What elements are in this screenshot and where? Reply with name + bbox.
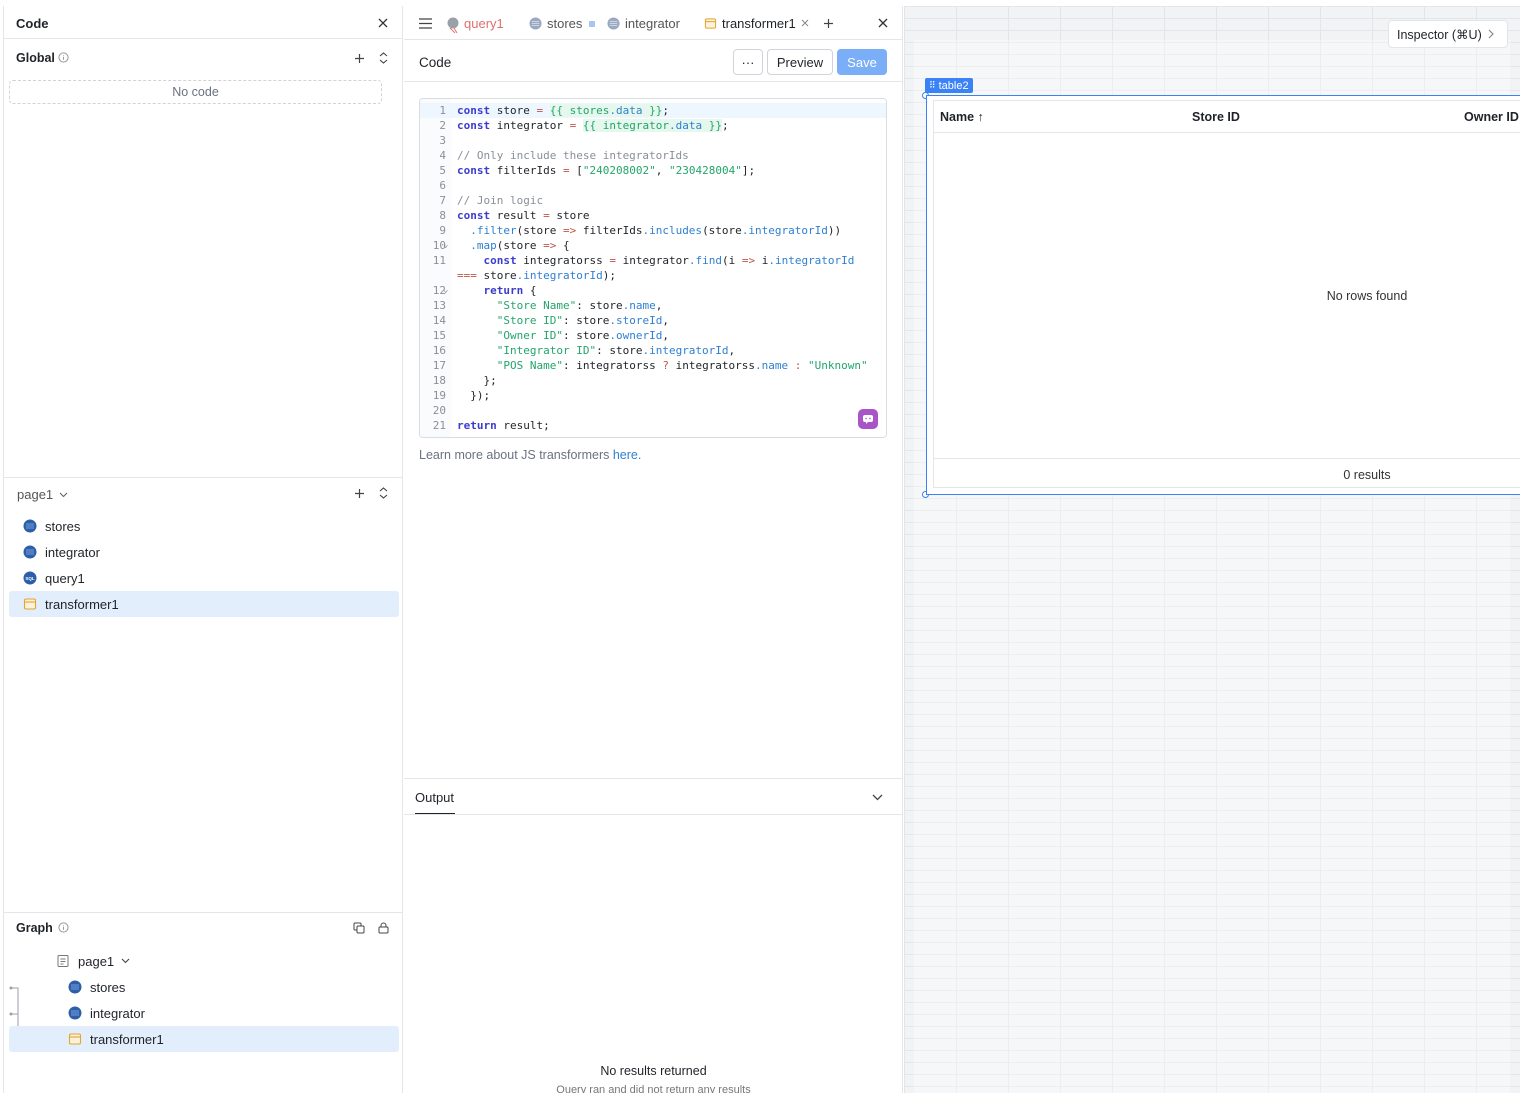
query-editor-panel: query1 stores integrator transformer1 Co… bbox=[404, 6, 903, 1093]
code-section-title: Code bbox=[419, 55, 452, 70]
panel-title: Code bbox=[16, 16, 49, 31]
table2[interactable]: Name ↑ Store ID Owner ID No rows found 0… bbox=[926, 95, 1520, 495]
more-options-button[interactable]: ··· bbox=[733, 49, 763, 75]
global-label: Global bbox=[16, 51, 55, 65]
empty-state: No rows found bbox=[1326, 289, 1408, 303]
graph-label: Graph bbox=[16, 921, 53, 935]
no-results-title: No results returned bbox=[600, 1064, 707, 1078]
unsaved-indicator bbox=[589, 21, 595, 27]
transformer-icon bbox=[23, 597, 37, 611]
menu-icon[interactable] bbox=[417, 15, 433, 31]
database-icon bbox=[23, 519, 37, 533]
tab-transformer1[interactable]: transformer1 bbox=[704, 6, 809, 40]
close-tab-icon[interactable] bbox=[801, 19, 809, 27]
sort-ascending-icon: ↑ bbox=[977, 110, 984, 124]
preview-button[interactable]: Preview bbox=[767, 49, 833, 75]
learn-more-text: Learn more about JS transformers here. bbox=[419, 448, 642, 462]
sql-warning-icon bbox=[446, 17, 459, 33]
svg-text:SQL: SQL bbox=[25, 576, 35, 581]
database-icon bbox=[23, 545, 37, 559]
inspector-button[interactable]: Inspector (⌘U) bbox=[1388, 20, 1508, 48]
tab-query1[interactable]: query1 bbox=[446, 6, 504, 40]
database-icon bbox=[529, 16, 542, 30]
graph-item-stores[interactable]: stores bbox=[68, 974, 268, 1000]
tab-integrator[interactable]: integrator bbox=[607, 6, 680, 40]
database-icon bbox=[68, 980, 82, 994]
page-icon bbox=[56, 954, 70, 968]
learn-more-link[interactable]: here. bbox=[613, 448, 642, 462]
info-icon bbox=[58, 52, 69, 63]
tree-item-transformer1[interactable]: transformer1 bbox=[9, 591, 399, 617]
chevron-down-icon[interactable] bbox=[59, 492, 68, 498]
page-selector[interactable]: page1 bbox=[17, 487, 53, 502]
copy-graph-icon[interactable] bbox=[351, 920, 367, 936]
sql-icon: SQL bbox=[23, 571, 37, 585]
output-tab[interactable]: Output bbox=[415, 790, 454, 805]
chevron-down-icon[interactable] bbox=[869, 789, 885, 805]
component-tag[interactable]: ⠿ table2 bbox=[925, 78, 973, 93]
code-editor[interactable]: 1 const store = {{ stores.data }}; 2 const… bbox=[419, 98, 887, 438]
close-icon[interactable] bbox=[375, 15, 391, 31]
canvas[interactable]: Inspector (⌘U) ⠿ table2 Name ↑ Store ID O… bbox=[904, 6, 1520, 1093]
database-icon bbox=[68, 1006, 82, 1020]
info-icon bbox=[58, 922, 69, 933]
tree-item-query1[interactable]: SQL query1 bbox=[9, 565, 399, 591]
close-panel-icon[interactable] bbox=[875, 15, 891, 31]
chevron-down-icon[interactable] bbox=[121, 958, 130, 964]
add-global-icon[interactable] bbox=[351, 50, 367, 66]
no-results-subtitle: Query ran and did not return any results bbox=[556, 1084, 751, 1093]
lock-icon[interactable] bbox=[375, 920, 391, 936]
add-page-item-icon[interactable] bbox=[351, 485, 367, 501]
assist-icon[interactable] bbox=[858, 409, 878, 429]
graph-item-page1[interactable]: page1 bbox=[56, 948, 256, 974]
graph-item-transformer1[interactable]: transformer1 bbox=[9, 1026, 399, 1052]
add-tab-icon[interactable] bbox=[820, 15, 836, 31]
graph-item-integrator[interactable]: integrator bbox=[68, 1000, 268, 1026]
expand-collapse-icon[interactable] bbox=[375, 50, 391, 66]
column-header-owner-id[interactable]: Owner ID bbox=[1464, 110, 1519, 124]
results-count: 0 results bbox=[1343, 468, 1391, 482]
column-header-store-id[interactable]: Store ID bbox=[1192, 110, 1240, 124]
no-code-placeholder: No code bbox=[9, 80, 382, 104]
tab-stores[interactable]: stores bbox=[529, 6, 582, 40]
tree-item-stores[interactable]: stores bbox=[9, 513, 399, 539]
expand-collapse-icon[interactable] bbox=[375, 485, 391, 501]
save-button[interactable]: Save bbox=[837, 49, 887, 75]
code-panel: Code Global No code page1 stores integra… bbox=[3, 6, 403, 1093]
column-header-name[interactable]: Name ↑ bbox=[940, 110, 984, 124]
database-icon bbox=[607, 16, 620, 30]
chevron-right-icon bbox=[1488, 29, 1494, 39]
transformer-icon bbox=[68, 1032, 82, 1046]
tree-item-integrator[interactable]: integrator bbox=[9, 539, 399, 565]
transformer-icon bbox=[704, 17, 717, 30]
